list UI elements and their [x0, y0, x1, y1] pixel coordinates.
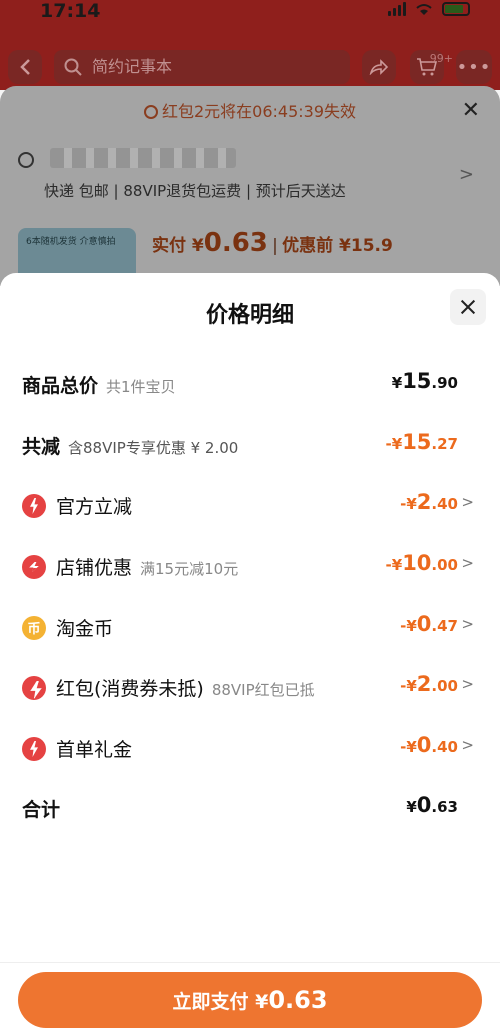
row-amount: ¥15.90 — [391, 369, 458, 393]
coupon-countdown: 红包2元将在06:45:39失效 — [0, 98, 500, 122]
row-sub: 88VIP红包已抵 — [211, 681, 315, 699]
top-nav: 简约记事本 99+ ••• — [0, 44, 500, 90]
pay-label: 立即支付 ¥ — [172, 991, 269, 1013]
price-detail-sheet: 价格明细 商品总价 共1件宝贝 ¥15.90 共减 含88VIP专享优惠 ¥ 2.0… — [0, 273, 500, 1032]
row-total-price: 商品总价 共1件宝贝 ¥15.90 — [0, 363, 500, 403]
red-envelope-icon — [22, 676, 46, 700]
coin-icon — [22, 616, 46, 640]
lightning-icon — [22, 737, 46, 761]
row-label: 商品总价 共1件宝贝 — [22, 375, 176, 397]
row-label: 红包(消费券未抵) 88VIP红包已抵 — [56, 678, 315, 700]
row-amount: -¥2.00 — [400, 672, 458, 696]
clock-icon — [143, 105, 158, 119]
sheet-title: 价格明细 — [205, 303, 294, 328]
row-sum: 合计 ¥0.63 — [0, 787, 500, 827]
row-sub: 满15元减10元 — [140, 560, 239, 578]
coupon-countdown-text: 红包2元将在06:45:39失效 — [161, 102, 357, 121]
row-sub: 含88VIP专享优惠 ¥ 2.00 — [68, 439, 239, 457]
lightning-icon — [22, 494, 46, 518]
row-amount: -¥2.40 — [400, 490, 458, 514]
chevron-right-icon: > — [461, 615, 474, 633]
chevron-right-icon: > — [461, 675, 474, 693]
row-sub: 共1件宝贝 — [106, 378, 176, 396]
row-label: 合计 — [22, 799, 61, 821]
paid-amount: 0.63 — [203, 228, 268, 258]
paid-label: 实付 ¥ — [152, 236, 204, 256]
row-amount: -¥0.47 — [400, 612, 458, 636]
more-button[interactable]: ••• — [456, 50, 492, 84]
row-store-discount[interactable]: 店铺优惠 满15元减10元 -¥10.00 > — [0, 545, 500, 585]
row-amount: -¥0.40 — [400, 733, 458, 757]
close-button[interactable] — [450, 289, 486, 325]
row-amount: -¥10.00 — [385, 551, 458, 575]
share-icon — [369, 59, 389, 75]
more-icon: ••• — [456, 56, 492, 78]
paid-summary: 实付 ¥0.63 | 优惠前 ¥15.9 — [152, 228, 393, 258]
row-taojinbi[interactable]: 淘金币 -¥0.47 > — [0, 606, 500, 646]
row-official-discount[interactable]: 官方立减 -¥2.40 > — [0, 484, 500, 524]
status-bar: 17:14 — [0, 0, 500, 44]
status-icons — [388, 2, 470, 16]
signal-icon — [388, 2, 406, 16]
wifi-icon — [414, 2, 434, 16]
row-red-envelope[interactable]: 红包(消费券未抵) 88VIP红包已抵 -¥2.00 > — [0, 666, 500, 706]
battery-icon — [442, 2, 470, 16]
pay-amount: 0.63 — [268, 986, 328, 1014]
row-first-order-gift[interactable]: 首单礼金 -¥0.40 > — [0, 727, 500, 767]
location-icon — [18, 152, 34, 168]
row-label: 官方立减 — [56, 496, 133, 518]
search-input[interactable]: 简约记事本 — [54, 50, 350, 84]
cart-badge: 99+ — [429, 52, 453, 65]
row-total-discount: 共减 含88VIP专享优惠 ¥ 2.00 -¥15.27 — [0, 424, 500, 464]
row-label: 店铺优惠 满15元减10元 — [56, 557, 239, 579]
close-icon[interactable]: ✕ — [462, 98, 480, 123]
store-icon — [22, 555, 46, 579]
row-label: 首单礼金 — [56, 739, 133, 761]
row-amount: -¥15.27 — [385, 430, 458, 454]
shipping-info: 快递 包邮 | 88VIP退货包运费 | 预计后天送达 — [44, 182, 346, 200]
chevron-left-icon — [20, 59, 30, 75]
status-time: 17:14 — [40, 0, 101, 22]
share-button[interactable] — [362, 50, 396, 84]
footer: 立即支付 ¥0.63 — [0, 962, 500, 1032]
chevron-right-icon: > — [461, 554, 474, 572]
chevron-right-icon[interactable]: > — [459, 164, 474, 185]
chevron-right-icon: > — [461, 493, 474, 511]
chevron-right-icon: > — [461, 736, 474, 754]
search-text: 简约记事本 — [92, 57, 173, 76]
address-blurred — [50, 148, 236, 168]
thumbnail-text: 6本随机发货 介意慎拍 — [26, 237, 116, 247]
search-icon — [64, 58, 82, 76]
row-label: 淘金币 — [56, 618, 114, 640]
back-button[interactable] — [8, 50, 42, 84]
row-amount: ¥0.63 — [406, 793, 458, 817]
row-label: 共减 含88VIP专享优惠 ¥ 2.00 — [22, 436, 239, 458]
before-discount: 优惠前 ¥15.9 — [282, 236, 393, 256]
pay-now-button[interactable]: 立即支付 ¥0.63 — [18, 972, 482, 1028]
